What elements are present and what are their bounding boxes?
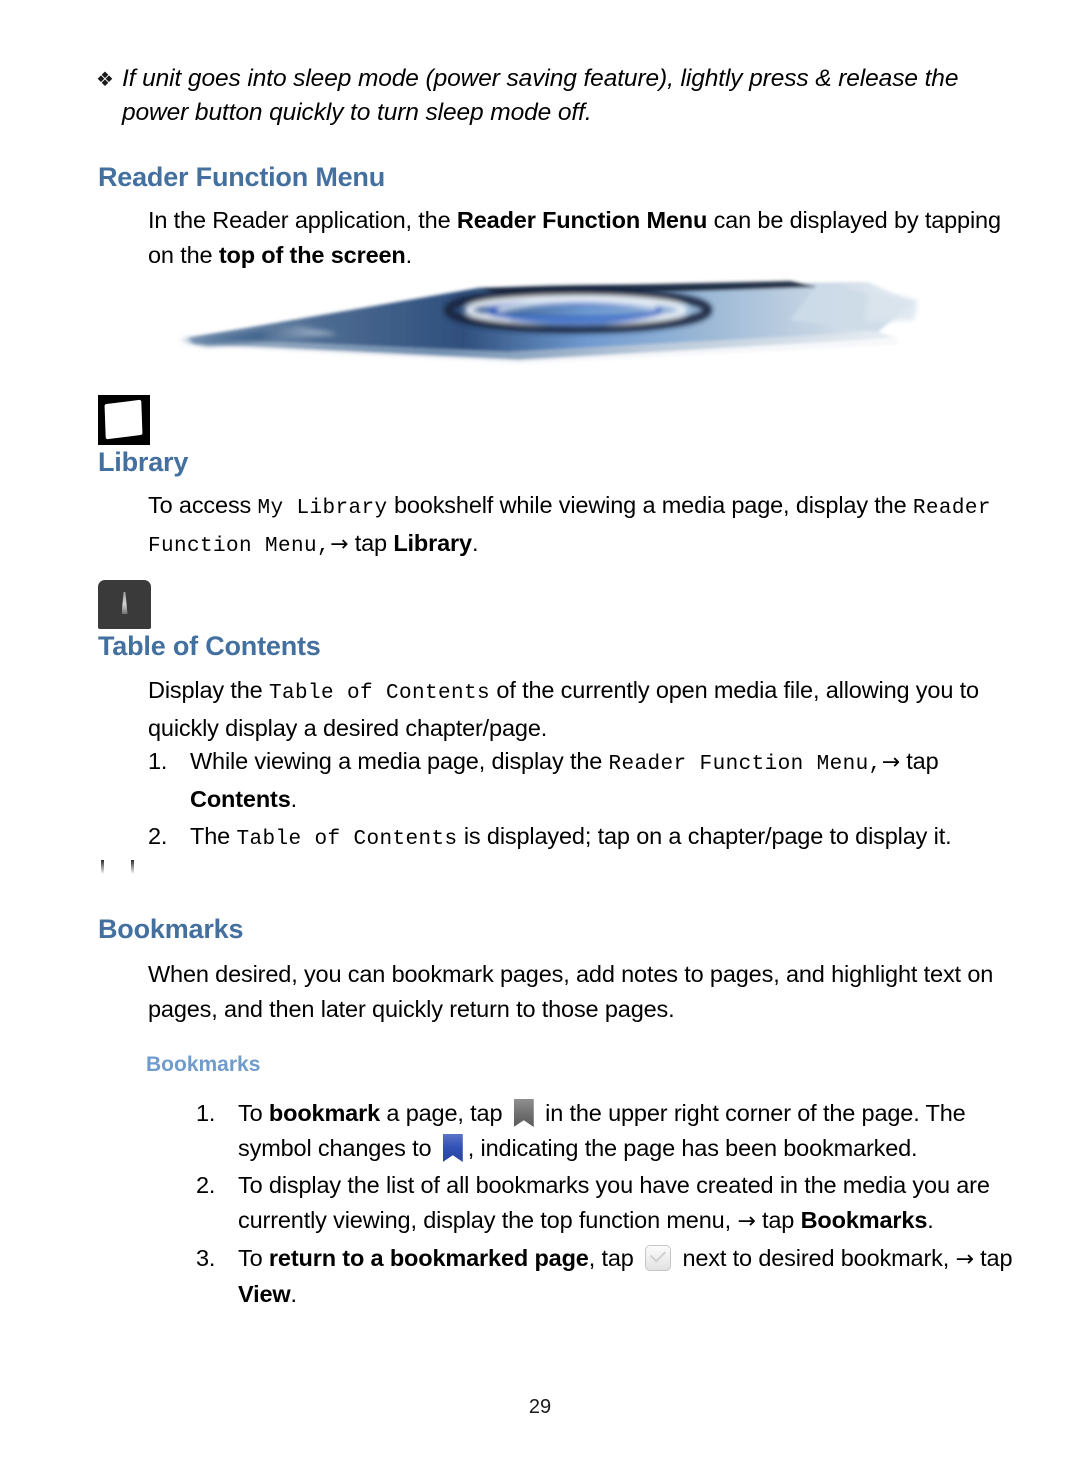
list-item: 2. The Table of Contents is displayed; t…	[148, 819, 1028, 857]
list-table-of-contents-steps: 1. While viewing a media page, display t…	[148, 744, 1028, 859]
heading-table-of-contents: Table of Contents	[98, 631, 321, 661]
tablet-device-photo	[178, 276, 920, 368]
lib-text-1: To access	[148, 492, 258, 518]
document-page: ❖ If unit goes into sleep mode (power sa…	[0, 0, 1080, 1472]
bmk1-text-1: To	[238, 1100, 269, 1126]
list-item-text: While viewing a media page, display the …	[190, 744, 1028, 817]
list-item-number: 1.	[196, 1100, 216, 1126]
toc2-text-1: The	[190, 823, 237, 849]
bmk2-bold-bookmarks: Bookmarks	[800, 1207, 928, 1233]
bookmark-page-icon-edge-right	[131, 860, 134, 874]
bmk3-text-1: To	[238, 1245, 269, 1271]
rfm-bold-1: Reader Function Menu	[456, 207, 708, 233]
bmk3-bold-view: View	[238, 1281, 291, 1307]
bookmark-page-icon	[98, 858, 150, 908]
list-bookmarks-steps: 1. To bookmark a page, tap in the upper …	[196, 1096, 1026, 1314]
arrow-icon: →	[737, 1209, 756, 1234]
heading-reader-function-menu: Reader Function Menu	[98, 162, 386, 192]
toc2-mono-1: Table of Contents	[236, 828, 458, 851]
toc2-text-2: is displayed; tap on a chapter/page to d…	[457, 823, 952, 849]
bmk3-text-3: next to desired bookmark,	[676, 1245, 956, 1271]
bmk1-bold-bookmark: bookmark	[268, 1100, 381, 1126]
rfm-text-3: .	[405, 242, 413, 268]
rfm-text-1: In the Reader application, the	[148, 207, 457, 233]
list-item-number: 2.	[148, 823, 168, 849]
heading-library: Library	[98, 447, 189, 477]
paragraph-table-of-contents: Display the Table of Contents of the cur…	[148, 673, 1028, 746]
list-item-text: To display the list of all bookmarks you…	[238, 1168, 1026, 1239]
subheading-bookmarks: Bookmarks	[146, 1053, 261, 1076]
bookmark-page-icon-edge-left	[101, 860, 104, 874]
arrow-icon: →	[881, 750, 900, 775]
bmk3-text-2: , tap	[588, 1245, 641, 1271]
list-item: 1. To bookmark a page, tap in the upper …	[196, 1096, 1026, 1166]
list-item-number: 3.	[196, 1245, 216, 1271]
paragraph-bookmarks: When desired, you can bookmark pages, ad…	[148, 961, 994, 1022]
bmk1-text-4: , indicating the page has been bookmarke…	[467, 1135, 918, 1161]
bmk3-bold-return: return to a bookmarked page	[268, 1245, 589, 1271]
toc-text-1: Display the	[148, 677, 269, 703]
list-item: 2. To display the list of all bookmarks …	[196, 1168, 1026, 1239]
list-item: 3. To return to a bookmarked page, tap n…	[196, 1241, 1026, 1312]
table-of-contents-icon	[98, 580, 151, 629]
checkmark-icon	[649, 1246, 667, 1263]
lib-text-4: .	[471, 530, 479, 556]
toc1-text-1: While viewing a media page, display the	[190, 748, 609, 774]
lib-mono-my-library: My Library	[257, 497, 388, 520]
list-item-number: 2.	[196, 1172, 216, 1198]
library-icon	[98, 395, 150, 445]
toc1-text-2: tap	[899, 748, 939, 774]
bmk3-text-4: tap	[973, 1245, 1013, 1271]
heading-bookmarks: Bookmarks	[98, 914, 244, 944]
checkbox-checked-icon[interactable]	[645, 1245, 672, 1271]
rfm-bold-2: top of the screen	[218, 242, 406, 268]
page-number: 29	[528, 1396, 552, 1418]
table-of-contents-icon-glyph	[121, 592, 128, 614]
paragraph-reader-function-menu: In the Reader application, the Reader Fu…	[148, 203, 1003, 273]
bmk2-text-3: .	[927, 1207, 934, 1233]
bmk2-text-2: tap	[755, 1207, 801, 1233]
lib-text-2: bookshelf while viewing a media page, di…	[387, 492, 913, 518]
toc1-bold-contents: Contents	[190, 786, 291, 812]
list-item: 1. While viewing a media page, display t…	[148, 744, 1028, 817]
paragraph-library: To access My Library bookshelf while vie…	[148, 488, 1003, 564]
list-item-number: 1.	[148, 748, 168, 774]
toc-mono-table-of-contents: Table of Contents	[268, 682, 491, 705]
library-icon-page-shape	[104, 399, 143, 440]
bmk3-text-5: .	[290, 1281, 298, 1307]
toc1-text-3: .	[290, 786, 298, 812]
bmk1-text-2: a page, tap	[380, 1100, 509, 1126]
sleep-mode-note-text: If unit goes into sleep mode (power savi…	[122, 65, 959, 126]
bookmark-ribbon-blue-icon[interactable]	[442, 1134, 463, 1162]
arrow-icon: →	[955, 1247, 974, 1272]
lib-text-3: tap	[348, 530, 394, 556]
arrow-icon: →	[330, 532, 349, 557]
list-item-text: To bookmark a page, tap in the upper rig…	[238, 1096, 1026, 1166]
list-item-text: To return to a bookmarked page, tap next…	[238, 1241, 1026, 1312]
diamond-bullet-icon: ❖	[96, 67, 114, 91]
sleep-mode-note: ❖ If unit goes into sleep mode (power sa…	[96, 62, 996, 130]
lib-bold-library: Library	[393, 530, 472, 556]
toc1-mono-1: Reader Function Menu,	[608, 753, 882, 776]
list-item-text: The Table of Contents is displayed; tap …	[190, 819, 1028, 857]
bookmark-ribbon-gray-icon[interactable]	[513, 1099, 534, 1127]
